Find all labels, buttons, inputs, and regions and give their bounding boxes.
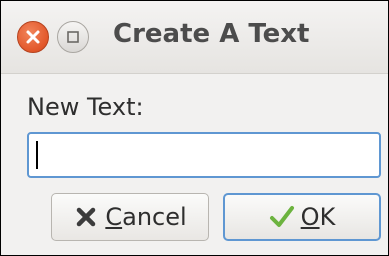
checkmark-icon xyxy=(269,206,294,227)
maximize-button[interactable] xyxy=(57,21,89,53)
new-text-label: New Text: xyxy=(27,93,144,121)
close-button[interactable] xyxy=(17,21,49,53)
ok-label-rest: K xyxy=(319,203,336,231)
x-icon xyxy=(77,207,96,227)
ok-button[interactable]: OK xyxy=(223,193,381,241)
ok-mnemonic: O xyxy=(300,203,320,231)
new-text-input[interactable] xyxy=(27,132,381,178)
title-bar[interactable]: Create A Text xyxy=(1,1,388,74)
ok-button-label: OK xyxy=(301,203,336,231)
maximize-icon xyxy=(67,31,79,43)
cancel-label-rest: ancel xyxy=(122,203,187,231)
cancel-mnemonic: C xyxy=(105,203,123,231)
text-caret xyxy=(36,141,38,169)
cancel-button[interactable]: Cancel xyxy=(51,193,209,241)
window-title: Create A Text xyxy=(113,19,310,49)
close-icon xyxy=(26,30,40,44)
cancel-button-label: Cancel xyxy=(105,203,186,231)
dialog-window: Create A Text New Text: Cancel OK xyxy=(0,0,389,256)
